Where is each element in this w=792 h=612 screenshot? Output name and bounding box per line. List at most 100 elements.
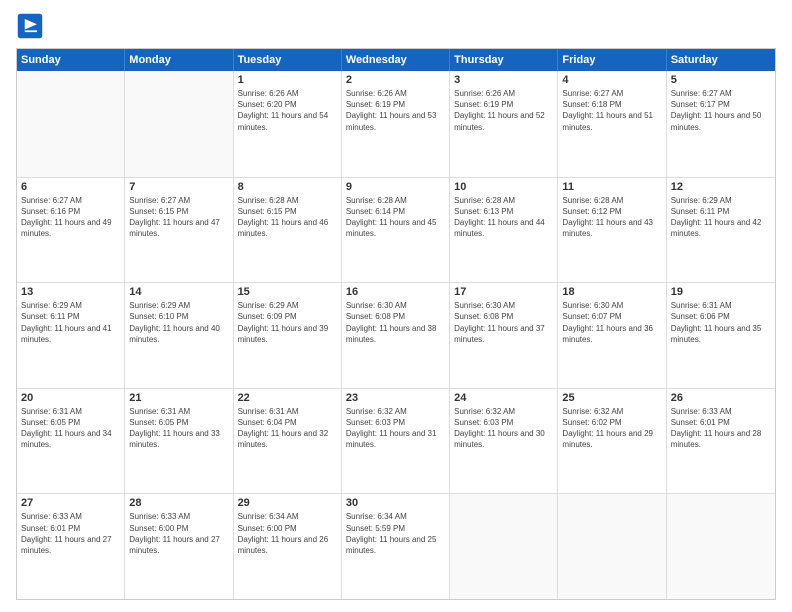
day-number: 13	[21, 286, 120, 298]
calendar-cell: 28 Sunrise: 6:33 AM Sunset: 6:00 PM Dayli…	[125, 494, 233, 599]
header-cell-wednesday: Wednesday	[342, 49, 450, 71]
day-info: Sunrise: 6:29 AM Sunset: 6:10 PM Dayligh…	[129, 300, 228, 345]
day-number: 27	[21, 497, 120, 509]
calendar-cell: 9 Sunrise: 6:28 AM Sunset: 6:14 PM Daylig…	[342, 178, 450, 283]
calendar-cell: 14 Sunrise: 6:29 AM Sunset: 6:10 PM Dayli…	[125, 283, 233, 388]
calendar-cell: 27 Sunrise: 6:33 AM Sunset: 6:01 PM Dayli…	[17, 494, 125, 599]
day-info: Sunrise: 6:26 AM Sunset: 6:20 PM Dayligh…	[238, 88, 337, 133]
page: SundayMondayTuesdayWednesdayThursdayFrid…	[0, 0, 792, 612]
day-info: Sunrise: 6:33 AM Sunset: 6:01 PM Dayligh…	[671, 406, 771, 451]
calendar-cell: 22 Sunrise: 6:31 AM Sunset: 6:04 PM Dayli…	[234, 389, 342, 494]
calendar-cell: 10 Sunrise: 6:28 AM Sunset: 6:13 PM Dayli…	[450, 178, 558, 283]
day-number: 23	[346, 392, 445, 404]
day-number: 6	[21, 181, 120, 193]
header-cell-saturday: Saturday	[667, 49, 775, 71]
calendar-header: SundayMondayTuesdayWednesdayThursdayFrid…	[17, 49, 775, 71]
day-info: Sunrise: 6:29 AM Sunset: 6:11 PM Dayligh…	[21, 300, 120, 345]
day-info: Sunrise: 6:27 AM Sunset: 6:16 PM Dayligh…	[21, 195, 120, 240]
day-number: 30	[346, 497, 445, 509]
day-number: 17	[454, 286, 553, 298]
day-info: Sunrise: 6:30 AM Sunset: 6:08 PM Dayligh…	[346, 300, 445, 345]
day-number: 21	[129, 392, 228, 404]
header-cell-monday: Monday	[125, 49, 233, 71]
day-info: Sunrise: 6:26 AM Sunset: 6:19 PM Dayligh…	[346, 88, 445, 133]
day-number: 29	[238, 497, 337, 509]
day-number: 7	[129, 181, 228, 193]
day-info: Sunrise: 6:28 AM Sunset: 6:15 PM Dayligh…	[238, 195, 337, 240]
day-info: Sunrise: 6:32 AM Sunset: 6:03 PM Dayligh…	[454, 406, 553, 451]
day-info: Sunrise: 6:32 AM Sunset: 6:03 PM Dayligh…	[346, 406, 445, 451]
day-number: 14	[129, 286, 228, 298]
day-info: Sunrise: 6:34 AM Sunset: 5:59 PM Dayligh…	[346, 511, 445, 556]
header-cell-friday: Friday	[558, 49, 666, 71]
header-cell-thursday: Thursday	[450, 49, 558, 71]
day-number: 25	[562, 392, 661, 404]
day-number: 15	[238, 286, 337, 298]
day-number: 18	[562, 286, 661, 298]
calendar-cell: 4 Sunrise: 6:27 AM Sunset: 6:18 PM Daylig…	[558, 71, 666, 177]
calendar-cell: 21 Sunrise: 6:31 AM Sunset: 6:05 PM Dayli…	[125, 389, 233, 494]
day-info: Sunrise: 6:26 AM Sunset: 6:19 PM Dayligh…	[454, 88, 553, 133]
calendar-cell: 17 Sunrise: 6:30 AM Sunset: 6:08 PM Dayli…	[450, 283, 558, 388]
day-number: 5	[671, 74, 771, 86]
calendar-cell: 5 Sunrise: 6:27 AM Sunset: 6:17 PM Daylig…	[667, 71, 775, 177]
day-number: 28	[129, 497, 228, 509]
logo	[16, 12, 48, 40]
day-info: Sunrise: 6:28 AM Sunset: 6:13 PM Dayligh…	[454, 195, 553, 240]
calendar-row: 13 Sunrise: 6:29 AM Sunset: 6:11 PM Dayli…	[17, 282, 775, 388]
day-number: 9	[346, 181, 445, 193]
day-info: Sunrise: 6:31 AM Sunset: 6:04 PM Dayligh…	[238, 406, 337, 451]
day-number: 26	[671, 392, 771, 404]
calendar-cell	[558, 494, 666, 599]
calendar-row: 6 Sunrise: 6:27 AM Sunset: 6:16 PM Daylig…	[17, 177, 775, 283]
calendar-row: 20 Sunrise: 6:31 AM Sunset: 6:05 PM Dayli…	[17, 388, 775, 494]
calendar-cell: 16 Sunrise: 6:30 AM Sunset: 6:08 PM Dayli…	[342, 283, 450, 388]
day-info: Sunrise: 6:31 AM Sunset: 6:06 PM Dayligh…	[671, 300, 771, 345]
day-info: Sunrise: 6:31 AM Sunset: 6:05 PM Dayligh…	[21, 406, 120, 451]
header-cell-sunday: Sunday	[17, 49, 125, 71]
calendar-cell: 19 Sunrise: 6:31 AM Sunset: 6:06 PM Dayli…	[667, 283, 775, 388]
calendar-cell: 3 Sunrise: 6:26 AM Sunset: 6:19 PM Daylig…	[450, 71, 558, 177]
calendar-cell	[125, 71, 233, 177]
day-info: Sunrise: 6:27 AM Sunset: 6:17 PM Dayligh…	[671, 88, 771, 133]
calendar-cell	[450, 494, 558, 599]
calendar-cell: 26 Sunrise: 6:33 AM Sunset: 6:01 PM Dayli…	[667, 389, 775, 494]
calendar-cell	[667, 494, 775, 599]
calendar-body: 1 Sunrise: 6:26 AM Sunset: 6:20 PM Daylig…	[17, 71, 775, 599]
day-info: Sunrise: 6:28 AM Sunset: 6:14 PM Dayligh…	[346, 195, 445, 240]
day-number: 22	[238, 392, 337, 404]
day-number: 1	[238, 74, 337, 86]
day-info: Sunrise: 6:31 AM Sunset: 6:05 PM Dayligh…	[129, 406, 228, 451]
calendar-cell: 1 Sunrise: 6:26 AM Sunset: 6:20 PM Daylig…	[234, 71, 342, 177]
day-number: 11	[562, 181, 661, 193]
day-info: Sunrise: 6:33 AM Sunset: 6:00 PM Dayligh…	[129, 511, 228, 556]
calendar-cell: 20 Sunrise: 6:31 AM Sunset: 6:05 PM Dayli…	[17, 389, 125, 494]
calendar-cell: 8 Sunrise: 6:28 AM Sunset: 6:15 PM Daylig…	[234, 178, 342, 283]
calendar-cell: 25Sunrise: 6:32 AM Sunset: 6:02 PM Dayli…	[558, 389, 666, 494]
calendar-cell: 30 Sunrise: 6:34 AM Sunset: 5:59 PM Dayli…	[342, 494, 450, 599]
day-number: 10	[454, 181, 553, 193]
calendar-cell: 12 Sunrise: 6:29 AM Sunset: 6:11 PM Dayli…	[667, 178, 775, 283]
day-info: Sunrise: 6:27 AM Sunset: 6:18 PM Dayligh…	[562, 88, 661, 133]
calendar-row: 1 Sunrise: 6:26 AM Sunset: 6:20 PM Daylig…	[17, 71, 775, 177]
calendar-cell: 11Sunrise: 6:28 AM Sunset: 6:12 PM Dayli…	[558, 178, 666, 283]
day-number: 12	[671, 181, 771, 193]
day-info: Sunrise: 6:30 AM Sunset: 6:08 PM Dayligh…	[454, 300, 553, 345]
calendar-cell: 13 Sunrise: 6:29 AM Sunset: 6:11 PM Dayli…	[17, 283, 125, 388]
day-number: 2	[346, 74, 445, 86]
calendar-cell: 15Sunrise: 6:29 AM Sunset: 6:09 PM Dayli…	[234, 283, 342, 388]
day-number: 8	[238, 181, 337, 193]
day-number: 19	[671, 286, 771, 298]
day-info: Sunrise: 6:27 AM Sunset: 6:15 PM Dayligh…	[129, 195, 228, 240]
day-number: 20	[21, 392, 120, 404]
calendar-cell: 2 Sunrise: 6:26 AM Sunset: 6:19 PM Daylig…	[342, 71, 450, 177]
day-number: 24	[454, 392, 553, 404]
calendar-cell	[17, 71, 125, 177]
day-number: 4	[562, 74, 661, 86]
day-info: Sunrise: 6:29 AM Sunset: 6:11 PM Dayligh…	[671, 195, 771, 240]
day-info: Sunrise: 6:33 AM Sunset: 6:01 PM Dayligh…	[21, 511, 120, 556]
day-number: 16	[346, 286, 445, 298]
day-info: Sunrise: 6:34 AM Sunset: 6:00 PM Dayligh…	[238, 511, 337, 556]
calendar-cell: 7 Sunrise: 6:27 AM Sunset: 6:15 PM Daylig…	[125, 178, 233, 283]
day-number: 3	[454, 74, 553, 86]
